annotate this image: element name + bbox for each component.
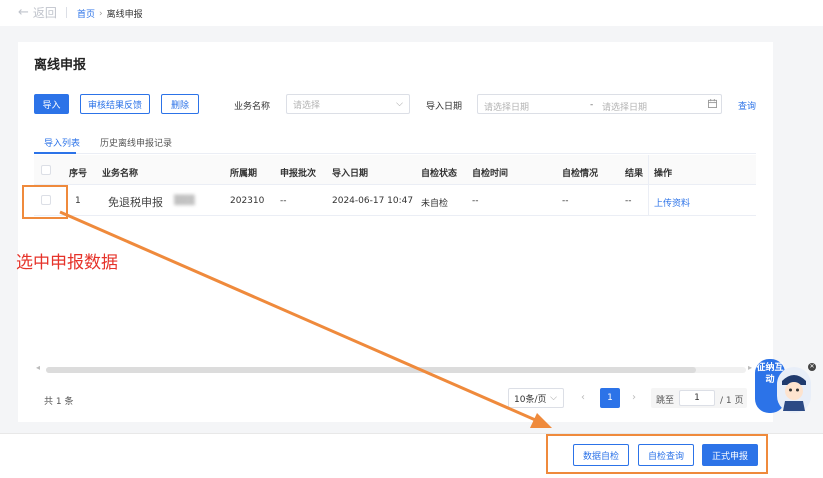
annotation-arrow xyxy=(59,210,552,428)
mascot-avatar-icon xyxy=(777,367,811,413)
close-icon[interactable]: ✕ xyxy=(808,363,816,371)
mascot-assistant[interactable]: 征纳互动 ✕ xyxy=(753,357,816,417)
